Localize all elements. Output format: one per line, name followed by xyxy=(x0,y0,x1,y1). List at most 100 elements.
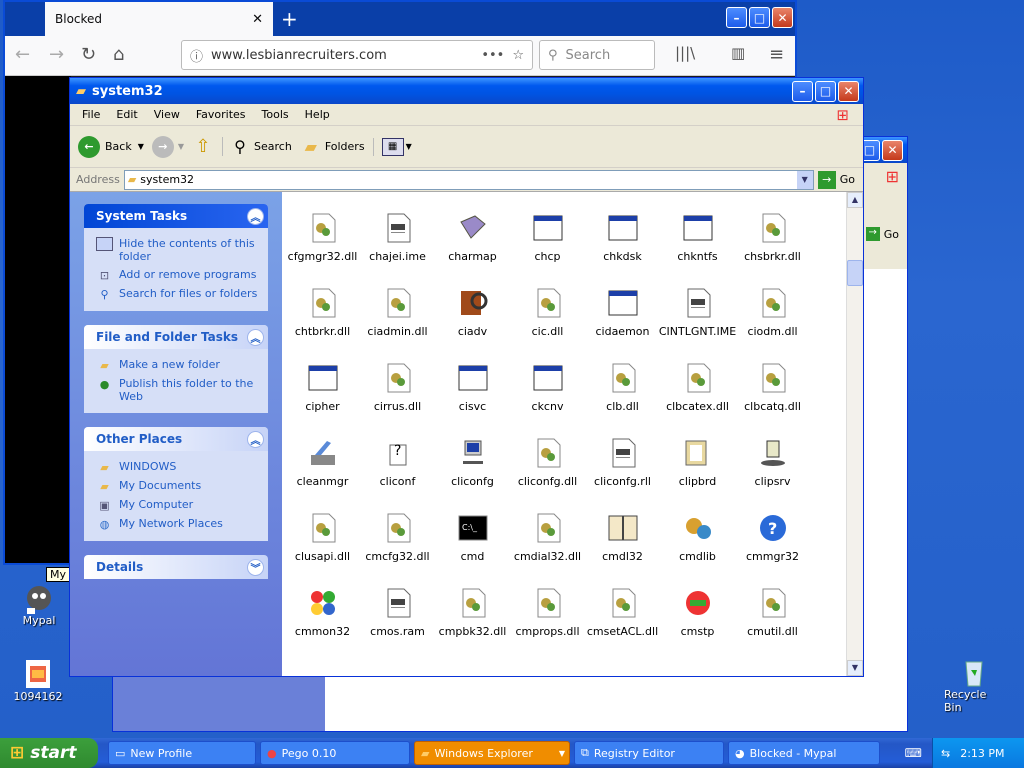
file-item[interactable]: cic.dll xyxy=(510,287,585,362)
menu-edit[interactable]: Edit xyxy=(108,108,145,121)
file-item[interactable]: clbcatex.dll xyxy=(660,362,735,437)
task-search-files[interactable]: ⚲ Search for files or folders xyxy=(84,284,268,303)
group-dropdown-icon[interactable]: ▼ xyxy=(559,749,565,758)
network-tray-icon[interactable]: ⇆ xyxy=(941,747,950,760)
file-item[interactable]: charmap xyxy=(435,212,510,287)
menu-view[interactable]: View xyxy=(146,108,188,121)
file-item[interactable]: chkntfs xyxy=(660,212,735,287)
task-hide-contents[interactable]: Hide the contents of this folder xyxy=(84,234,268,265)
close-button[interactable]: ✕ xyxy=(838,80,859,102)
file-item[interactable]: ciadv xyxy=(435,287,510,362)
task-pego[interactable]: ● Pego 0.10 xyxy=(260,741,410,765)
search-box[interactable]: ⚲ Search xyxy=(539,40,655,70)
file-item[interactable]: cmmon32 xyxy=(285,587,360,662)
file-item[interactable]: clb.dll xyxy=(585,362,660,437)
folders-button[interactable]: ▰ Folders xyxy=(300,137,365,156)
file-item[interactable]: cmstp xyxy=(660,587,735,662)
place-windows[interactable]: ▰ WINDOWS xyxy=(84,457,268,476)
file-item[interactable]: cliconfg.dll xyxy=(510,437,585,512)
scroll-thumb[interactable] xyxy=(847,260,863,286)
menu-tools[interactable]: Tools xyxy=(254,108,297,121)
maximize-button[interactable]: □ xyxy=(749,7,770,28)
back-button[interactable]: ← Back ▼ xyxy=(78,135,144,158)
start-button[interactable]: ⊞ start xyxy=(0,738,98,768)
views-button[interactable]: ▦ ▼ xyxy=(372,137,412,156)
collapse-chevron-icon[interactable]: ︽ xyxy=(247,207,264,225)
panel-header[interactable]: Details ︾ xyxy=(84,555,268,579)
menu-icon[interactable]: ≡ xyxy=(769,44,784,65)
file-item[interactable]: cmdl32 xyxy=(585,512,660,587)
file-item[interactable]: cmsetACL.dll xyxy=(585,587,660,662)
panel-header[interactable]: File and Folder Tasks ︽ xyxy=(84,325,268,349)
vertical-scrollbar[interactable]: ▲ ▼ xyxy=(846,192,863,676)
bookmark-star-icon[interactable]: ☆ xyxy=(512,48,524,63)
task-new-profile[interactable]: ▭ New Profile xyxy=(108,741,256,765)
file-item[interactable]: cliconfg xyxy=(435,437,510,512)
file-item[interactable]: cmcfg32.dll xyxy=(360,512,435,587)
url-bar[interactable]: ⓘ www.lesbianrecruiters.com ••• ☆ xyxy=(181,40,533,70)
task-publish-web[interactable]: ● Publish this folder to the Web xyxy=(84,374,268,405)
go-button[interactable]: → Go xyxy=(817,170,855,189)
close-button[interactable]: ✕ xyxy=(882,139,903,161)
task-add-remove-programs[interactable]: ⊡ Add or remove programs xyxy=(84,265,268,284)
file-item[interactable]: chsbrkr.dll xyxy=(735,212,810,287)
file-item[interactable]: chkdsk xyxy=(585,212,660,287)
scroll-up-icon[interactable]: ▲ xyxy=(847,192,863,208)
minimize-button[interactable]: – xyxy=(726,7,747,28)
file-item[interactable]: cmpbk32.dll xyxy=(435,587,510,662)
file-item[interactable]: cirrus.dll xyxy=(360,362,435,437)
file-item[interactable]: clipbrd xyxy=(660,437,735,512)
panel-header[interactable]: Other Places ︽ xyxy=(84,427,268,451)
file-item[interactable]: CINTLGNT.IME xyxy=(659,287,736,362)
address-dropdown-icon[interactable]: ▼ xyxy=(796,170,813,189)
file-item[interactable]: cfgmgr32.dll xyxy=(285,212,360,287)
place-my-computer[interactable]: ▣ My Computer xyxy=(84,495,268,514)
desktop-icon-mypal[interactable]: Mypal xyxy=(14,582,64,627)
sidebar-icon[interactable]: ▥ xyxy=(731,44,745,62)
file-item[interactable]: cmdlib xyxy=(660,512,735,587)
forward-arrow-icon[interactable]: → xyxy=(49,44,64,65)
info-icon[interactable]: ⓘ xyxy=(190,46,203,65)
menu-help[interactable]: Help xyxy=(297,108,338,121)
panel-header[interactable]: System Tasks ︽ xyxy=(84,204,268,228)
home-icon[interactable]: ⌂ xyxy=(113,44,124,65)
file-item[interactable]: C:\_ cmd xyxy=(435,512,510,587)
go-button[interactable]: → Go xyxy=(865,227,899,241)
scroll-down-icon[interactable]: ▼ xyxy=(847,660,863,676)
new-tab-icon[interactable]: + xyxy=(281,7,298,31)
up-folder-button[interactable]: ⇧ xyxy=(192,136,214,158)
file-item[interactable]: ckcnv xyxy=(510,362,585,437)
file-item[interactable]: ? cliconf xyxy=(360,437,435,512)
library-icon[interactable]: |||\ xyxy=(675,44,695,62)
collapse-chevron-icon[interactable]: ︽ xyxy=(247,328,264,346)
file-item[interactable]: chcp xyxy=(510,212,585,287)
task-windows-explorer[interactable]: ▰ Windows Explorer ▼ xyxy=(414,741,570,765)
menu-file[interactable]: File xyxy=(74,108,108,121)
clock[interactable]: 2:13 PM xyxy=(960,747,1004,760)
back-arrow-icon[interactable]: ← xyxy=(15,44,30,65)
place-my-network-places[interactable]: ◍ My Network Places xyxy=(84,514,268,533)
keyboard-icon[interactable]: ⌨ xyxy=(905,746,922,760)
file-item[interactable]: chajei.ime xyxy=(360,212,435,287)
file-item[interactable]: cleanmgr xyxy=(285,437,360,512)
task-new-folder[interactable]: ▰ Make a new folder xyxy=(84,355,268,374)
maximize-button[interactable]: □ xyxy=(815,80,836,102)
page-actions-icon[interactable]: ••• xyxy=(481,48,504,63)
desktop-icon-1094162[interactable]: 1094162 xyxy=(10,658,66,703)
file-item[interactable]: cmdial32.dll xyxy=(510,512,585,587)
desktop-icon-recycle-bin[interactable]: Recycle Bin xyxy=(944,656,1004,714)
place-my-documents[interactable]: ▰ My Documents xyxy=(84,476,268,495)
file-item[interactable]: ciodm.dll xyxy=(735,287,810,362)
forward-button[interactable]: → ▼ xyxy=(151,135,184,158)
file-item[interactable]: ? cmmgr32 xyxy=(735,512,810,587)
reload-icon[interactable]: ↻ xyxy=(81,44,96,65)
minimize-button[interactable]: – xyxy=(792,80,813,102)
file-item[interactable]: cmprops.dll xyxy=(510,587,585,662)
file-item[interactable]: cisvc xyxy=(435,362,510,437)
file-item[interactable]: clipsrv xyxy=(735,437,810,512)
file-item[interactable]: cliconfg.rll xyxy=(585,437,660,512)
address-field[interactable]: ▰ system32 ▼ xyxy=(123,169,814,190)
dropdown-arrow-icon[interactable]: ▼ xyxy=(138,142,144,151)
collapse-chevron-icon[interactable]: ︽ xyxy=(247,430,264,448)
expand-chevron-icon[interactable]: ︾ xyxy=(247,558,264,576)
